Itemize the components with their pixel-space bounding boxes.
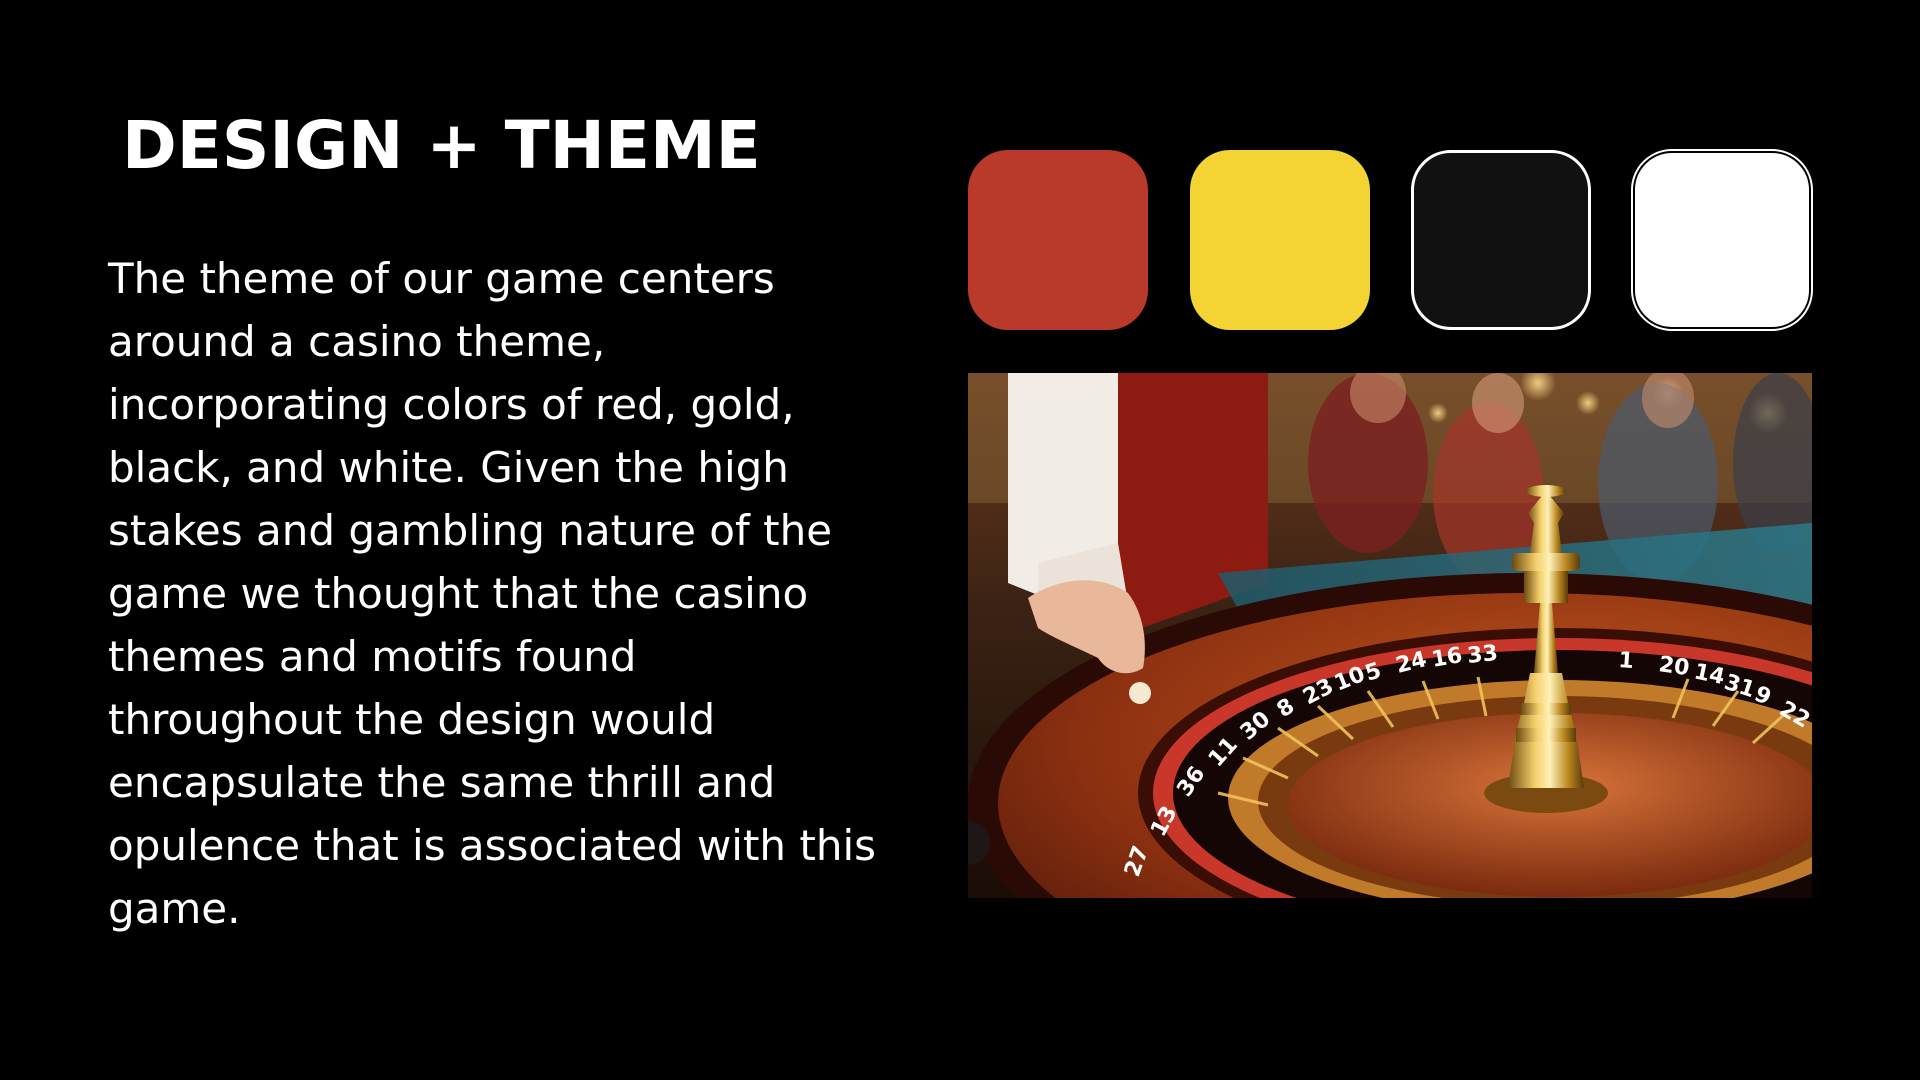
color-swatch-black — [1411, 150, 1591, 330]
wheel-number: 16 — [1430, 643, 1465, 673]
wheel-number: 1 — [1618, 648, 1635, 674]
wheel-number: 20 — [1657, 652, 1691, 681]
color-swatch-red — [968, 150, 1148, 330]
wheel-number: 33 — [1466, 641, 1499, 669]
slide-title: DESIGN + THEME — [122, 107, 761, 184]
slide: DESIGN + THEME The theme of our game cen… — [0, 0, 1920, 1080]
slide-body-text: The theme of our game centers around a c… — [108, 254, 877, 933]
color-swatch-gold — [1190, 150, 1370, 330]
roulette-wheel-photo: 27 13 36 11 30 8 23 10 5 24 16 33 1 20 1… — [968, 373, 1812, 898]
color-swatch-white — [1631, 149, 1813, 331]
